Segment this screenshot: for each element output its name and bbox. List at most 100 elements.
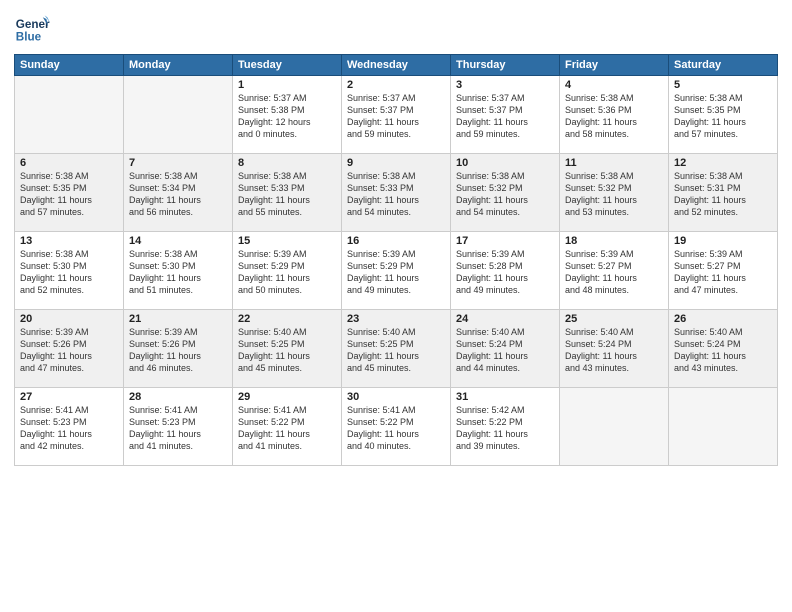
day-info: Sunrise: 5:38 AM Sunset: 5:32 PM Dayligh… [456, 170, 554, 219]
day-number: 11 [565, 157, 663, 169]
day-info: Sunrise: 5:40 AM Sunset: 5:24 PM Dayligh… [674, 326, 772, 375]
day-info: Sunrise: 5:39 AM Sunset: 5:27 PM Dayligh… [674, 248, 772, 297]
day-number: 14 [129, 235, 227, 247]
weekday-header-monday: Monday [124, 55, 233, 76]
day-info: Sunrise: 5:38 AM Sunset: 5:35 PM Dayligh… [20, 170, 118, 219]
weekday-header-row: SundayMondayTuesdayWednesdayThursdayFrid… [15, 55, 778, 76]
day-number: 25 [565, 313, 663, 325]
calendar-cell: 13Sunrise: 5:38 AM Sunset: 5:30 PM Dayli… [15, 232, 124, 310]
weekday-header-thursday: Thursday [451, 55, 560, 76]
day-info: Sunrise: 5:39 AM Sunset: 5:27 PM Dayligh… [565, 248, 663, 297]
day-info: Sunrise: 5:41 AM Sunset: 5:22 PM Dayligh… [238, 404, 336, 453]
calendar-cell [669, 388, 778, 466]
calendar-cell: 15Sunrise: 5:39 AM Sunset: 5:29 PM Dayli… [233, 232, 342, 310]
day-number: 30 [347, 391, 445, 403]
calendar-cell: 5Sunrise: 5:38 AM Sunset: 5:35 PM Daylig… [669, 76, 778, 154]
calendar-cell: 6Sunrise: 5:38 AM Sunset: 5:35 PM Daylig… [15, 154, 124, 232]
day-number: 21 [129, 313, 227, 325]
day-number: 19 [674, 235, 772, 247]
day-info: Sunrise: 5:40 AM Sunset: 5:25 PM Dayligh… [238, 326, 336, 375]
weekday-header-wednesday: Wednesday [342, 55, 451, 76]
calendar-cell [124, 76, 233, 154]
day-info: Sunrise: 5:41 AM Sunset: 5:22 PM Dayligh… [347, 404, 445, 453]
calendar-cell: 1Sunrise: 5:37 AM Sunset: 5:38 PM Daylig… [233, 76, 342, 154]
day-number: 31 [456, 391, 554, 403]
calendar-cell: 25Sunrise: 5:40 AM Sunset: 5:24 PM Dayli… [560, 310, 669, 388]
calendar-cell: 12Sunrise: 5:38 AM Sunset: 5:31 PM Dayli… [669, 154, 778, 232]
day-number: 12 [674, 157, 772, 169]
logo: General Blue [14, 10, 54, 46]
day-number: 10 [456, 157, 554, 169]
calendar-cell: 3Sunrise: 5:37 AM Sunset: 5:37 PM Daylig… [451, 76, 560, 154]
day-number: 28 [129, 391, 227, 403]
calendar-cell: 30Sunrise: 5:41 AM Sunset: 5:22 PM Dayli… [342, 388, 451, 466]
day-info: Sunrise: 5:38 AM Sunset: 5:33 PM Dayligh… [347, 170, 445, 219]
calendar-week-3: 13Sunrise: 5:38 AM Sunset: 5:30 PM Dayli… [15, 232, 778, 310]
day-info: Sunrise: 5:40 AM Sunset: 5:24 PM Dayligh… [456, 326, 554, 375]
calendar-cell: 29Sunrise: 5:41 AM Sunset: 5:22 PM Dayli… [233, 388, 342, 466]
day-number: 24 [456, 313, 554, 325]
day-number: 26 [674, 313, 772, 325]
calendar-cell: 24Sunrise: 5:40 AM Sunset: 5:24 PM Dayli… [451, 310, 560, 388]
day-info: Sunrise: 5:41 AM Sunset: 5:23 PM Dayligh… [20, 404, 118, 453]
day-number: 13 [20, 235, 118, 247]
day-number: 5 [674, 79, 772, 91]
calendar-cell: 19Sunrise: 5:39 AM Sunset: 5:27 PM Dayli… [669, 232, 778, 310]
day-info: Sunrise: 5:38 AM Sunset: 5:30 PM Dayligh… [20, 248, 118, 297]
day-number: 8 [238, 157, 336, 169]
calendar-cell: 2Sunrise: 5:37 AM Sunset: 5:37 PM Daylig… [342, 76, 451, 154]
day-info: Sunrise: 5:39 AM Sunset: 5:29 PM Dayligh… [238, 248, 336, 297]
day-number: 2 [347, 79, 445, 91]
day-number: 9 [347, 157, 445, 169]
calendar-cell: 8Sunrise: 5:38 AM Sunset: 5:33 PM Daylig… [233, 154, 342, 232]
day-number: 18 [565, 235, 663, 247]
svg-text:Blue: Blue [16, 31, 42, 44]
weekday-header-tuesday: Tuesday [233, 55, 342, 76]
day-number: 6 [20, 157, 118, 169]
day-info: Sunrise: 5:38 AM Sunset: 5:31 PM Dayligh… [674, 170, 772, 219]
calendar-cell [560, 388, 669, 466]
day-number: 1 [238, 79, 336, 91]
day-info: Sunrise: 5:38 AM Sunset: 5:33 PM Dayligh… [238, 170, 336, 219]
day-info: Sunrise: 5:40 AM Sunset: 5:24 PM Dayligh… [565, 326, 663, 375]
day-number: 27 [20, 391, 118, 403]
calendar-cell: 18Sunrise: 5:39 AM Sunset: 5:27 PM Dayli… [560, 232, 669, 310]
calendar-cell: 17Sunrise: 5:39 AM Sunset: 5:28 PM Dayli… [451, 232, 560, 310]
calendar-cell: 4Sunrise: 5:38 AM Sunset: 5:36 PM Daylig… [560, 76, 669, 154]
calendar-week-2: 6Sunrise: 5:38 AM Sunset: 5:35 PM Daylig… [15, 154, 778, 232]
day-number: 4 [565, 79, 663, 91]
day-info: Sunrise: 5:38 AM Sunset: 5:32 PM Dayligh… [565, 170, 663, 219]
day-number: 16 [347, 235, 445, 247]
calendar-cell: 20Sunrise: 5:39 AM Sunset: 5:26 PM Dayli… [15, 310, 124, 388]
calendar-cell: 28Sunrise: 5:41 AM Sunset: 5:23 PM Dayli… [124, 388, 233, 466]
calendar-cell: 10Sunrise: 5:38 AM Sunset: 5:32 PM Dayli… [451, 154, 560, 232]
calendar-cell: 7Sunrise: 5:38 AM Sunset: 5:34 PM Daylig… [124, 154, 233, 232]
day-number: 29 [238, 391, 336, 403]
day-number: 15 [238, 235, 336, 247]
calendar-cell: 11Sunrise: 5:38 AM Sunset: 5:32 PM Dayli… [560, 154, 669, 232]
day-number: 22 [238, 313, 336, 325]
calendar-cell: 22Sunrise: 5:40 AM Sunset: 5:25 PM Dayli… [233, 310, 342, 388]
weekday-header-friday: Friday [560, 55, 669, 76]
calendar-week-4: 20Sunrise: 5:39 AM Sunset: 5:26 PM Dayli… [15, 310, 778, 388]
day-info: Sunrise: 5:37 AM Sunset: 5:37 PM Dayligh… [347, 92, 445, 141]
day-number: 23 [347, 313, 445, 325]
day-number: 3 [456, 79, 554, 91]
day-info: Sunrise: 5:39 AM Sunset: 5:26 PM Dayligh… [20, 326, 118, 375]
day-info: Sunrise: 5:37 AM Sunset: 5:38 PM Dayligh… [238, 92, 336, 141]
calendar-table: SundayMondayTuesdayWednesdayThursdayFrid… [14, 54, 778, 466]
calendar-week-1: 1Sunrise: 5:37 AM Sunset: 5:38 PM Daylig… [15, 76, 778, 154]
day-info: Sunrise: 5:37 AM Sunset: 5:37 PM Dayligh… [456, 92, 554, 141]
calendar-body: 1Sunrise: 5:37 AM Sunset: 5:38 PM Daylig… [15, 76, 778, 466]
calendar-cell: 9Sunrise: 5:38 AM Sunset: 5:33 PM Daylig… [342, 154, 451, 232]
calendar-cell: 31Sunrise: 5:42 AM Sunset: 5:22 PM Dayli… [451, 388, 560, 466]
day-info: Sunrise: 5:40 AM Sunset: 5:25 PM Dayligh… [347, 326, 445, 375]
logo-icon: General Blue [14, 10, 50, 46]
day-info: Sunrise: 5:39 AM Sunset: 5:26 PM Dayligh… [129, 326, 227, 375]
calendar-cell: 26Sunrise: 5:40 AM Sunset: 5:24 PM Dayli… [669, 310, 778, 388]
day-number: 17 [456, 235, 554, 247]
day-info: Sunrise: 5:38 AM Sunset: 5:30 PM Dayligh… [129, 248, 227, 297]
weekday-header-sunday: Sunday [15, 55, 124, 76]
day-info: Sunrise: 5:41 AM Sunset: 5:23 PM Dayligh… [129, 404, 227, 453]
calendar-cell: 21Sunrise: 5:39 AM Sunset: 5:26 PM Dayli… [124, 310, 233, 388]
